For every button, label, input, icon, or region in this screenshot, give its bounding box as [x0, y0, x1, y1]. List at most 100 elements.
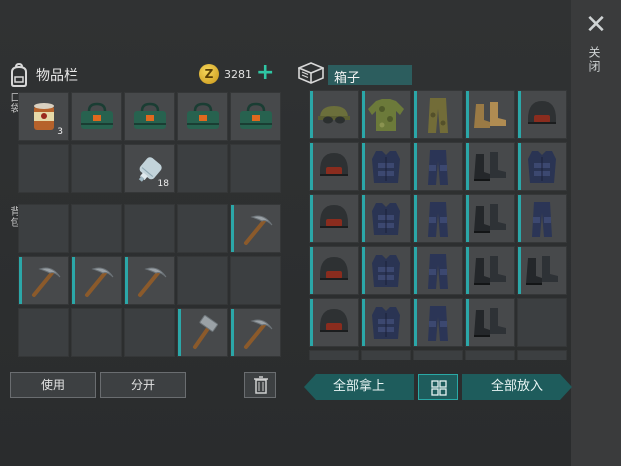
box-slot[interactable]	[517, 90, 567, 139]
box-icon	[296, 62, 326, 88]
box-slot[interactable]	[361, 246, 411, 295]
box-title: 箱子	[334, 71, 361, 86]
backpack-slot[interactable]	[71, 204, 122, 253]
slot-accent	[414, 91, 417, 138]
inventory-header: 物品栏	[8, 62, 78, 88]
slot-accent	[518, 91, 521, 138]
pocket-slot[interactable]	[230, 92, 281, 141]
pocket-slot[interactable]: 18	[124, 144, 175, 193]
coin-count: 3281	[224, 68, 252, 81]
slot-accent	[362, 91, 365, 138]
box-slot[interactable]	[517, 142, 567, 191]
pocket-slot[interactable]	[177, 144, 228, 193]
box-slot[interactable]	[361, 298, 411, 347]
slot-accent	[466, 247, 469, 294]
box-slot[interactable]	[361, 90, 411, 139]
slot-accent	[125, 257, 128, 304]
backpack-slot[interactable]	[18, 204, 69, 253]
box-slot[interactable]	[413, 246, 463, 295]
box-slot[interactable]	[413, 194, 463, 243]
box-slot[interactable]	[309, 90, 359, 139]
grid-icon	[431, 380, 447, 396]
split-button[interactable]: 分开	[100, 372, 186, 398]
box-slot[interactable]	[309, 246, 359, 295]
pocket-slot[interactable]	[71, 144, 122, 193]
trash-icon	[254, 376, 268, 394]
slot-accent	[362, 143, 365, 190]
backpack-slot[interactable]	[177, 308, 228, 357]
box-slot[interactable]	[517, 246, 567, 295]
slot-accent	[518, 143, 521, 190]
slot-accent	[178, 309, 181, 356]
box-header: 箱子	[296, 62, 412, 88]
backpack-slot[interactable]	[230, 256, 281, 305]
box-slot[interactable]	[361, 194, 411, 243]
box-slot[interactable]	[465, 194, 515, 243]
box-slot[interactable]	[465, 298, 515, 347]
box-slot[interactable]	[465, 350, 515, 360]
backpack-slot[interactable]	[177, 256, 228, 305]
slot-accent	[466, 91, 469, 138]
box-slot[interactable]	[465, 142, 515, 191]
slot-accent	[414, 299, 417, 346]
item-quantity: 3	[57, 127, 63, 137]
box-slot[interactable]	[361, 142, 411, 191]
box-slot[interactable]	[517, 194, 567, 243]
slot-accent	[231, 205, 234, 252]
backpack-slot[interactable]	[71, 308, 122, 357]
pocket-slot[interactable]	[18, 144, 69, 193]
use-button[interactable]: 使用	[10, 372, 96, 398]
trash-button[interactable]	[244, 372, 276, 398]
backpack-slot[interactable]	[124, 204, 175, 253]
item-quantity: 18	[157, 179, 169, 189]
slot-accent	[362, 195, 365, 242]
slot-accent	[362, 247, 365, 294]
box-panel[interactable]	[309, 90, 568, 360]
slot-accent	[466, 195, 469, 242]
box-slot[interactable]	[465, 246, 515, 295]
backpack-slot[interactable]	[230, 204, 281, 253]
box-slot[interactable]	[517, 350, 567, 360]
slot-accent	[310, 143, 313, 190]
put-all-button[interactable]: 全部放入	[462, 374, 572, 400]
box-slot[interactable]	[413, 90, 463, 139]
backpack-slot[interactable]	[18, 256, 69, 305]
box-slot[interactable]	[309, 298, 359, 347]
box-slot[interactable]	[361, 350, 411, 360]
box-slot[interactable]	[309, 194, 359, 243]
box-slot[interactable]	[309, 142, 359, 191]
close-label[interactable]: 关闭	[587, 46, 603, 74]
pocket-slot[interactable]	[230, 144, 281, 193]
slot-accent	[19, 257, 22, 304]
take-all-button[interactable]: 全部拿上	[304, 374, 414, 400]
box-slot[interactable]	[465, 90, 515, 139]
close-icon[interactable]: ✕	[585, 12, 607, 38]
backpack-slot[interactable]	[124, 256, 175, 305]
box-slot[interactable]	[413, 142, 463, 191]
add-coins-button[interactable]: +	[256, 62, 274, 84]
slot-accent	[518, 247, 521, 294]
box-slot[interactable]	[309, 350, 359, 360]
backpack-slot[interactable]	[124, 308, 175, 357]
backpack-slot[interactable]	[18, 308, 69, 357]
backpack-slot[interactable]	[230, 308, 281, 357]
box-slot[interactable]	[413, 298, 463, 347]
box-slot[interactable]	[413, 350, 463, 360]
slot-accent	[466, 299, 469, 346]
slot-accent	[310, 299, 313, 346]
slot-accent	[310, 195, 313, 242]
backpack-grid	[18, 204, 281, 357]
backpack-slot[interactable]	[71, 256, 122, 305]
slot-accent	[310, 91, 313, 138]
box-title-bar: 箱子	[328, 65, 412, 86]
box-slot[interactable]	[517, 298, 567, 347]
sort-button[interactable]	[418, 374, 458, 400]
pocket-slot[interactable]	[71, 92, 122, 141]
backpack-slot[interactable]	[177, 204, 228, 253]
pocket-slot[interactable]	[124, 92, 175, 141]
pocket-slot[interactable]	[177, 92, 228, 141]
slot-accent	[72, 257, 75, 304]
pocket-slot[interactable]: 3	[18, 92, 69, 141]
inventory-title: 物品栏	[36, 68, 78, 84]
slot-accent	[466, 143, 469, 190]
